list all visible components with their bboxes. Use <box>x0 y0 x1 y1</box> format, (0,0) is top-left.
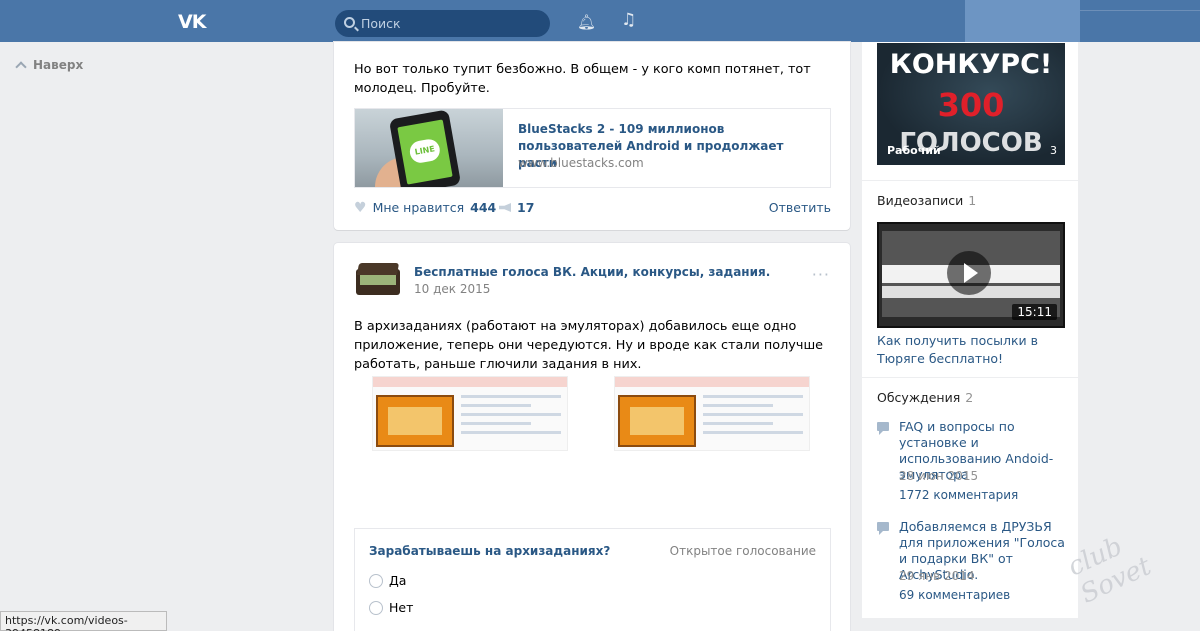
like-button[interactable]: ♥ Мне нравится 444 <box>354 200 496 216</box>
link-thumbnail: LINE <box>355 109 503 187</box>
image-game-inner <box>630 407 684 435</box>
image-text-lines <box>703 395 803 440</box>
banner-line1: КОНКУРС! <box>889 49 1053 80</box>
heart-icon: ♥ <box>354 200 367 216</box>
browser-status-bar: https://vk.com/videos-39458189 <box>0 611 167 631</box>
poll: Зарабатываешь на архизаданиях? Открытое … <box>354 528 831 631</box>
scroll-up-label: Наверх <box>33 58 84 72</box>
video-thumbnail[interactable]: 15:11 <box>877 222 1065 328</box>
radio-icon[interactable] <box>369 601 383 615</box>
post-text: В архизаданиях (работают на эмуляторах) … <box>354 319 824 372</box>
video-title[interactable]: Как получить посылки в Тюряге бесплатно! <box>877 332 1072 368</box>
banner-line2: 300 <box>937 86 1005 124</box>
discussions-block: Обсуждения 2 FAQ и вопросы по установке и… <box>862 378 1078 618</box>
videos-header-label: Видеозаписи <box>877 193 964 208</box>
top-bar: VK Поиск 🔔︎ ♫ <box>0 0 1200 42</box>
image-text-lines <box>461 395 561 440</box>
community-banner-block: КОНКУРС! 300 ГОЛОСОВ Рабочий 3 <box>862 42 1078 180</box>
image-header-bar <box>615 377 809 387</box>
banner-count: 3 <box>1050 144 1057 157</box>
bell-icon[interactable]: 🔔︎ <box>577 13 596 31</box>
profile-menu[interactable] <box>965 0 1080 42</box>
reply-button[interactable]: Ответить <box>769 200 831 215</box>
contest-banner[interactable]: КОНКУРС! 300 ГОЛОСОВ Рабочий 3 <box>877 43 1065 165</box>
megaphone-icon <box>499 203 511 212</box>
image-game-panel <box>618 395 696 447</box>
phone-screen: LINE <box>397 119 453 185</box>
videos-count: 1 <box>968 193 977 208</box>
wall-post: Но вот только тупит безбожно. В общем - … <box>334 42 850 230</box>
share-button[interactable]: 17 <box>499 200 534 215</box>
watermark: club Sovet <box>1063 531 1156 610</box>
poll-question: Зарабатываешь на архизаданиях? <box>369 544 611 558</box>
discussions-count: 2 <box>965 390 974 405</box>
poll-option-label: Да <box>389 573 407 588</box>
discussion-date: 29 янв 2014 <box>899 569 975 583</box>
like-label: Мне нравится <box>372 200 465 215</box>
image-game-inner <box>388 407 442 435</box>
attached-image[interactable] <box>372 376 568 451</box>
chevron-up-icon <box>15 61 27 73</box>
discussion-date: 28 июн 2015 <box>899 469 979 483</box>
search-input[interactable]: Поиск <box>335 10 550 37</box>
discussions-header-label: Обсуждения <box>877 390 961 405</box>
link-url: www.bluestacks.com <box>518 156 644 170</box>
video-duration: 15:11 <box>1012 304 1057 320</box>
post-author[interactable]: Бесплатные голоса ВК. Акции, конкурсы, з… <box>414 265 770 279</box>
post-date[interactable]: 10 дек 2015 <box>414 282 490 296</box>
image-header-bar <box>373 377 567 387</box>
search-placeholder: Поиск <box>361 16 401 31</box>
poll-option[interactable]: Нет <box>369 600 413 615</box>
poll-option-label: Нет <box>389 600 414 615</box>
discussion-comments[interactable]: 69 комментариев <box>899 588 1010 602</box>
line-logo: LINE <box>408 137 442 165</box>
more-options-icon[interactable]: ··· <box>812 265 830 284</box>
banner-caption: Рабочий <box>887 144 941 157</box>
poll-type: Открытое голосование <box>669 544 816 558</box>
divider <box>1080 10 1200 11</box>
radio-icon[interactable] <box>369 574 383 588</box>
attached-image[interactable] <box>614 376 810 451</box>
discussion-comments[interactable]: 1772 комментария <box>899 488 1018 502</box>
poll-option[interactable]: Да <box>369 573 406 588</box>
wall-post: Бесплатные голоса ВК. Акции, конкурсы, з… <box>334 243 850 631</box>
image-game-panel <box>376 395 454 447</box>
videos-header[interactable]: Видеозаписи 1 <box>877 193 976 208</box>
vk-logo[interactable]: VK <box>178 11 206 33</box>
avatar[interactable] <box>354 261 404 301</box>
share-count: 17 <box>517 200 535 215</box>
like-count: 444 <box>470 200 497 215</box>
videos-block: Видеозаписи 1 15:11 Как получить посылки … <box>862 181 1078 377</box>
phone-shape: LINE <box>388 109 462 187</box>
search-icon <box>344 17 355 28</box>
link-attachment[interactable]: LINE BlueStacks 2 - 109 миллионов пользо… <box>354 108 831 188</box>
post-text: Но вот только тупит безбожно. В общем - … <box>354 62 811 96</box>
money-shape <box>360 275 396 285</box>
music-icon[interactable]: ♫ <box>621 10 636 30</box>
discussions-header[interactable]: Обсуждения 2 <box>877 390 973 405</box>
scroll-up-button[interactable]: Наверх <box>15 58 84 73</box>
play-icon[interactable] <box>947 251 991 295</box>
comment-icon <box>877 522 889 535</box>
comment-icon <box>877 422 889 435</box>
suitcase-lid <box>356 263 400 275</box>
